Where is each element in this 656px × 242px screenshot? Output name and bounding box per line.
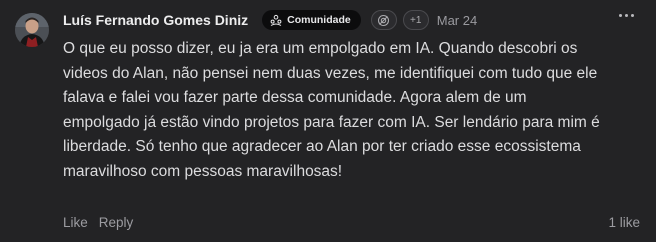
comment-header: Luís Fernando Gomes Diniz Comunidade +1 … bbox=[63, 8, 640, 32]
avatar[interactable] bbox=[15, 13, 49, 47]
likes-count[interactable]: 1 like bbox=[608, 215, 640, 230]
community-badge: Comunidade bbox=[262, 10, 361, 30]
reply-button[interactable]: Reply bbox=[99, 215, 134, 230]
comment-text: O que eu posso dizer, eu ja era um empol… bbox=[63, 40, 600, 180]
community-badge-label: Comunidade bbox=[287, 14, 351, 26]
avatar-image bbox=[15, 13, 49, 47]
more-options-icon[interactable] bbox=[619, 14, 634, 17]
author-name[interactable]: Luís Fernando Gomes Diniz bbox=[63, 12, 248, 28]
plus-count-badge[interactable]: +1 bbox=[402, 10, 429, 30]
like-button[interactable]: Like bbox=[63, 215, 88, 230]
comment-footer: Like Reply 1 like bbox=[63, 212, 640, 232]
no-reaction-icon[interactable] bbox=[370, 10, 397, 30]
post-date: Mar 24 bbox=[436, 12, 478, 28]
community-icon bbox=[270, 14, 282, 26]
comment-card: Luís Fernando Gomes Diniz Comunidade +1 … bbox=[0, 0, 656, 242]
comment-body: O que eu posso dizer, eu ja era um empol… bbox=[63, 37, 603, 184]
